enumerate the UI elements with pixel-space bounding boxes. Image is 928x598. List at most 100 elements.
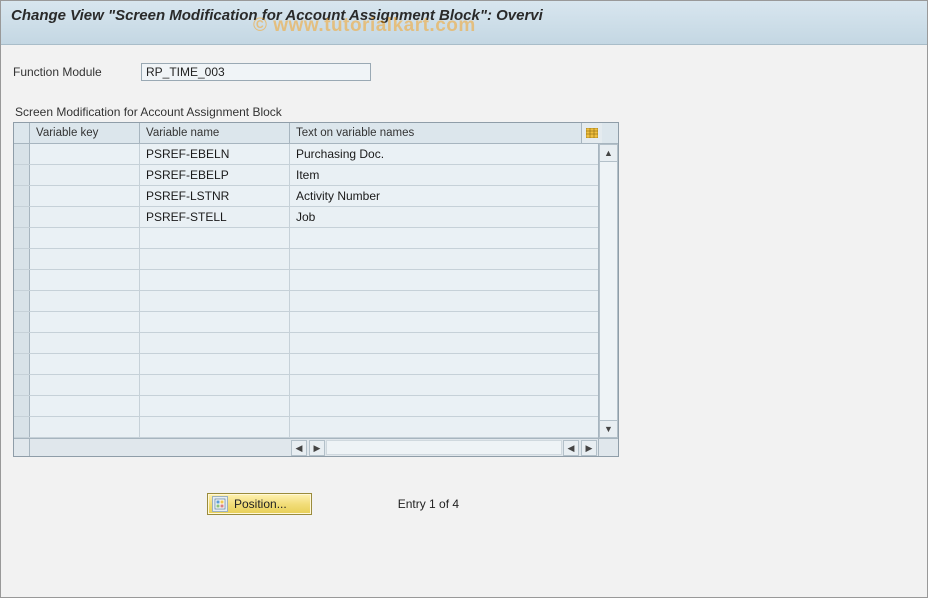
cell-text-on-variable-names[interactable] xyxy=(290,291,582,311)
cell-variable-key[interactable] xyxy=(30,249,140,269)
cell-text-on-variable-names[interactable] xyxy=(290,228,582,248)
row-selector[interactable] xyxy=(14,417,30,437)
cell-variable-key[interactable] xyxy=(30,291,140,311)
cell-text-on-variable-names[interactable] xyxy=(290,312,582,332)
cell-text-on-variable-names[interactable] xyxy=(290,396,582,416)
cell-variable-name[interactable] xyxy=(140,270,290,290)
chevron-left-icon: ◀ xyxy=(568,443,575,454)
scroll-right-inner-button[interactable]: ▶ xyxy=(309,440,325,456)
cell-text-on-variable-names[interactable] xyxy=(290,417,582,437)
cell-variable-name[interactable]: PSREF-STELL xyxy=(140,207,290,227)
row-selector[interactable] xyxy=(14,228,30,248)
column-header-text-on-variable-names[interactable]: Text on variable names xyxy=(290,123,582,143)
table-row[interactable] xyxy=(14,270,598,291)
cell-variable-name[interactable] xyxy=(140,333,290,353)
cell-text-on-variable-names[interactable] xyxy=(290,333,582,353)
table-row[interactable] xyxy=(14,249,598,270)
cell-text-on-variable-names[interactable] xyxy=(290,354,582,374)
row-selector[interactable] xyxy=(14,375,30,395)
cell-variable-key[interactable] xyxy=(30,312,140,332)
cell-variable-name[interactable] xyxy=(140,375,290,395)
table-row[interactable] xyxy=(14,354,598,375)
table-settings-icon xyxy=(586,128,598,138)
table-row[interactable] xyxy=(14,228,598,249)
horizontal-scrollbar-row: ◀ ▶ ◀ ▶ xyxy=(14,438,618,456)
cell-variable-key[interactable] xyxy=(30,186,140,206)
hscroll-gap xyxy=(30,439,290,456)
cell-text-on-variable-names[interactable]: Item xyxy=(290,165,582,185)
row-selector[interactable] xyxy=(14,396,30,416)
scroll-down-button[interactable]: ▼ xyxy=(599,420,618,438)
horizontal-scroll-track[interactable] xyxy=(326,440,562,455)
chevron-right-icon: ▶ xyxy=(314,443,321,454)
table-row[interactable] xyxy=(14,333,598,354)
table-row[interactable]: PSREF-STELLJob xyxy=(14,207,598,228)
cell-text-on-variable-names[interactable] xyxy=(290,270,582,290)
cell-variable-name[interactable] xyxy=(140,396,290,416)
row-selector[interactable] xyxy=(14,207,30,227)
table-row[interactable]: PSREF-EBELPItem xyxy=(14,165,598,186)
cell-text-on-variable-names[interactable]: Job xyxy=(290,207,582,227)
table-header-row: Variable key Variable name Text on varia… xyxy=(14,123,618,144)
cell-variable-name[interactable]: PSREF-EBELP xyxy=(140,165,290,185)
table-row[interactable]: PSREF-LSTNRActivity Number xyxy=(14,186,598,207)
scroll-left-button[interactable]: ◀ xyxy=(291,440,307,456)
chevron-up-icon: ▲ xyxy=(604,148,613,158)
scroll-left-end-button[interactable]: ◀ xyxy=(563,440,579,456)
row-selector[interactable] xyxy=(14,270,30,290)
cell-text-on-variable-names[interactable]: Activity Number xyxy=(290,186,582,206)
table-row[interactable]: PSREF-EBELNPurchasing Doc. xyxy=(14,144,598,165)
cell-text-on-variable-names[interactable]: Purchasing Doc. xyxy=(290,144,582,164)
cell-variable-key[interactable] xyxy=(30,396,140,416)
row-selector[interactable] xyxy=(14,186,30,206)
table-row[interactable] xyxy=(14,291,598,312)
table-row[interactable] xyxy=(14,312,598,333)
cell-variable-key[interactable] xyxy=(30,417,140,437)
row-selector[interactable] xyxy=(14,333,30,353)
function-module-input[interactable] xyxy=(141,63,371,81)
scroll-right-button[interactable]: ▶ xyxy=(581,440,597,456)
page-title: Change View "Screen Modification for Acc… xyxy=(11,7,917,24)
cell-variable-key[interactable] xyxy=(30,144,140,164)
cell-text-on-variable-names[interactable] xyxy=(290,375,582,395)
cell-variable-key[interactable] xyxy=(30,270,140,290)
position-button-label: Position... xyxy=(234,497,287,511)
row-selector[interactable] xyxy=(14,249,30,269)
cell-text-on-variable-names[interactable] xyxy=(290,249,582,269)
column-configure-button[interactable] xyxy=(582,123,602,143)
row-selector[interactable] xyxy=(14,144,30,164)
scroll-up-button[interactable]: ▲ xyxy=(599,144,618,162)
table-row[interactable] xyxy=(14,417,598,438)
cell-variable-key[interactable] xyxy=(30,228,140,248)
table-row[interactable] xyxy=(14,375,598,396)
cell-variable-name[interactable] xyxy=(140,354,290,374)
vertical-scroll-track[interactable] xyxy=(599,162,618,420)
column-header-variable-name[interactable]: Variable name xyxy=(140,123,290,143)
function-module-row: Function Module xyxy=(13,63,915,81)
column-header-selector[interactable] xyxy=(14,123,30,143)
cell-variable-key[interactable] xyxy=(30,165,140,185)
column-header-variable-key[interactable]: Variable key xyxy=(30,123,140,143)
table-wrapper: Variable key Variable name Text on varia… xyxy=(13,122,619,457)
row-selector[interactable] xyxy=(14,354,30,374)
vertical-scrollbar[interactable]: ▲ ▼ xyxy=(598,144,618,438)
cell-variable-key[interactable] xyxy=(30,354,140,374)
row-selector[interactable] xyxy=(14,165,30,185)
cell-variable-key[interactable] xyxy=(30,207,140,227)
position-button[interactable]: Position... xyxy=(207,493,312,515)
cell-variable-key[interactable] xyxy=(30,333,140,353)
rows-area: PSREF-EBELNPurchasing Doc.PSREF-EBELPIte… xyxy=(14,144,598,438)
row-selector[interactable] xyxy=(14,312,30,332)
chevron-down-icon: ▼ xyxy=(604,424,613,434)
cell-variable-name[interactable] xyxy=(140,312,290,332)
cell-variable-name[interactable]: PSREF-LSTNR xyxy=(140,186,290,206)
cell-variable-name[interactable] xyxy=(140,291,290,311)
cell-variable-key[interactable] xyxy=(30,375,140,395)
row-selector[interactable] xyxy=(14,291,30,311)
content-area: Function Module Screen Modification for … xyxy=(1,45,927,533)
table-row[interactable] xyxy=(14,396,598,417)
cell-variable-name[interactable] xyxy=(140,249,290,269)
cell-variable-name[interactable] xyxy=(140,417,290,437)
cell-variable-name[interactable]: PSREF-EBELN xyxy=(140,144,290,164)
cell-variable-name[interactable] xyxy=(140,228,290,248)
